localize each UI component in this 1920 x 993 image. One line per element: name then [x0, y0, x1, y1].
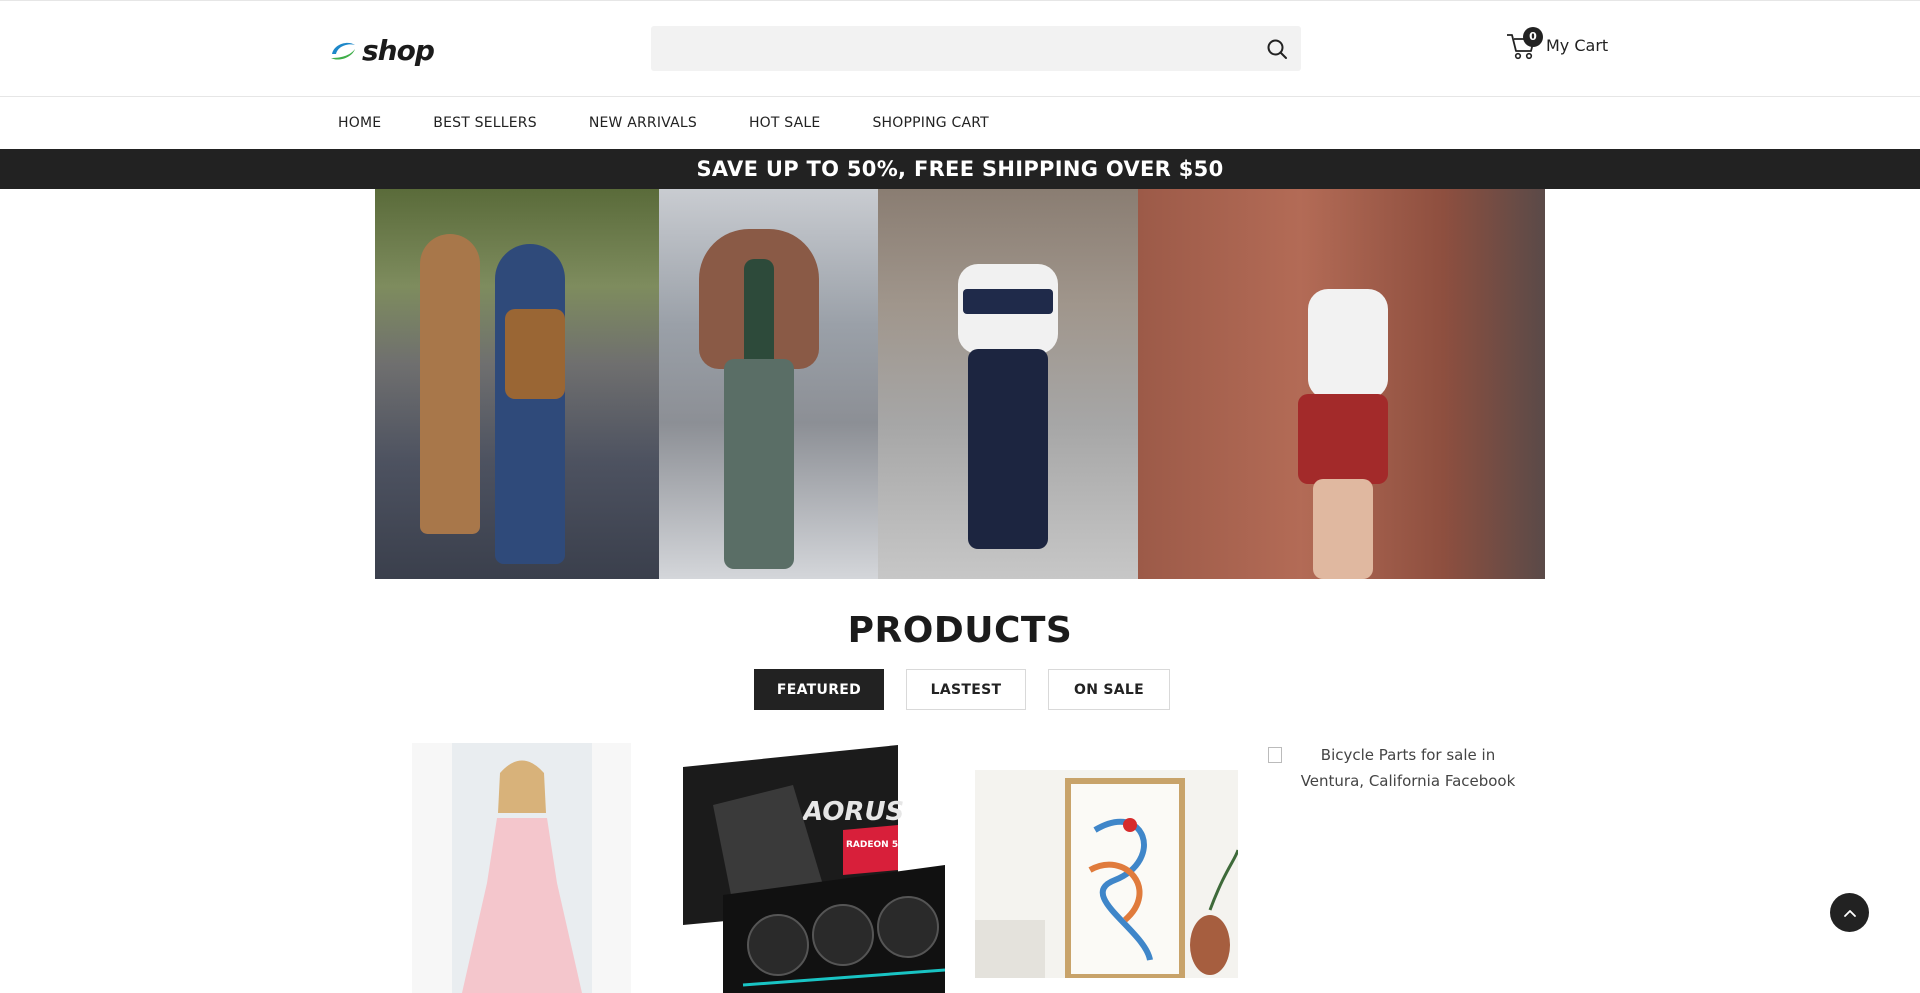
hero-banner[interactable]	[375, 189, 1545, 579]
nav-item-best-sellers[interactable]: BEST SELLERS	[433, 115, 537, 131]
logo-icon	[331, 42, 355, 60]
chevron-up-icon	[1843, 909, 1856, 917]
banner-photo-3	[878, 189, 1138, 579]
cart-icon: 0	[1506, 27, 1543, 61]
cart-button[interactable]: 0 My Cart	[1506, 27, 1609, 61]
logo-text: shop	[362, 34, 435, 67]
product-card-dress[interactable]	[412, 743, 631, 993]
product-card-art-print[interactable]	[975, 770, 1238, 978]
product-grid: AORUS RADEON 5700 XT Bicycle Parts for s…	[0, 740, 1920, 993]
nav-item-hot-sale[interactable]: HOT SALE	[749, 115, 821, 131]
promo-bar: SAVE UP TO 50%, FREE SHIPPING OVER $50	[0, 149, 1920, 189]
logo[interactable]: shop	[328, 34, 435, 67]
main-nav: HOME BEST SELLERS NEW ARRIVALS HOT SALE …	[0, 97, 1920, 149]
product-card-bicycle-parts[interactable]: Bicycle Parts for sale in Ventura, Calif…	[1268, 742, 1528, 802]
search-icon[interactable]	[1265, 37, 1289, 61]
cart-label: My Cart	[1546, 35, 1609, 55]
nav-item-home[interactable]: HOME	[338, 115, 381, 131]
tab-on-sale[interactable]: ON SALE	[1048, 669, 1170, 710]
back-to-top-button[interactable]	[1830, 893, 1869, 932]
box-model-text: RADEON 5700 XT	[846, 840, 934, 850]
broken-image-icon	[1268, 747, 1282, 763]
banner-photo-4	[1138, 189, 1545, 579]
art-print-image	[975, 770, 1238, 978]
cart-count-badge: 0	[1523, 27, 1543, 47]
banner-photo-1	[375, 189, 659, 579]
box-brand-text: AORUS	[801, 797, 904, 827]
graphics-card-image: AORUS RADEON 5700 XT	[683, 745, 945, 993]
site-header: shop 0 My Cart	[0, 0, 1920, 97]
search-input[interactable]	[651, 26, 1241, 71]
tab-featured[interactable]: FEATURED	[754, 669, 884, 710]
banner-photo-2	[659, 189, 878, 579]
tab-lastest[interactable]: LASTEST	[906, 669, 1026, 710]
dress-image	[412, 743, 631, 993]
search-bar	[651, 26, 1301, 71]
nav-item-new-arrivals[interactable]: NEW ARRIVALS	[589, 115, 697, 131]
product-card-graphics-card[interactable]: AORUS RADEON 5700 XT	[683, 745, 945, 993]
image-alt-text: Bicycle Parts for sale in Ventura, Calif…	[1300, 746, 1516, 790]
nav-item-shopping-cart[interactable]: SHOPPING CART	[872, 115, 988, 131]
products-heading: PRODUCTS	[847, 610, 1073, 651]
product-tabs: FEATURED LASTEST ON SALE	[754, 669, 1170, 710]
